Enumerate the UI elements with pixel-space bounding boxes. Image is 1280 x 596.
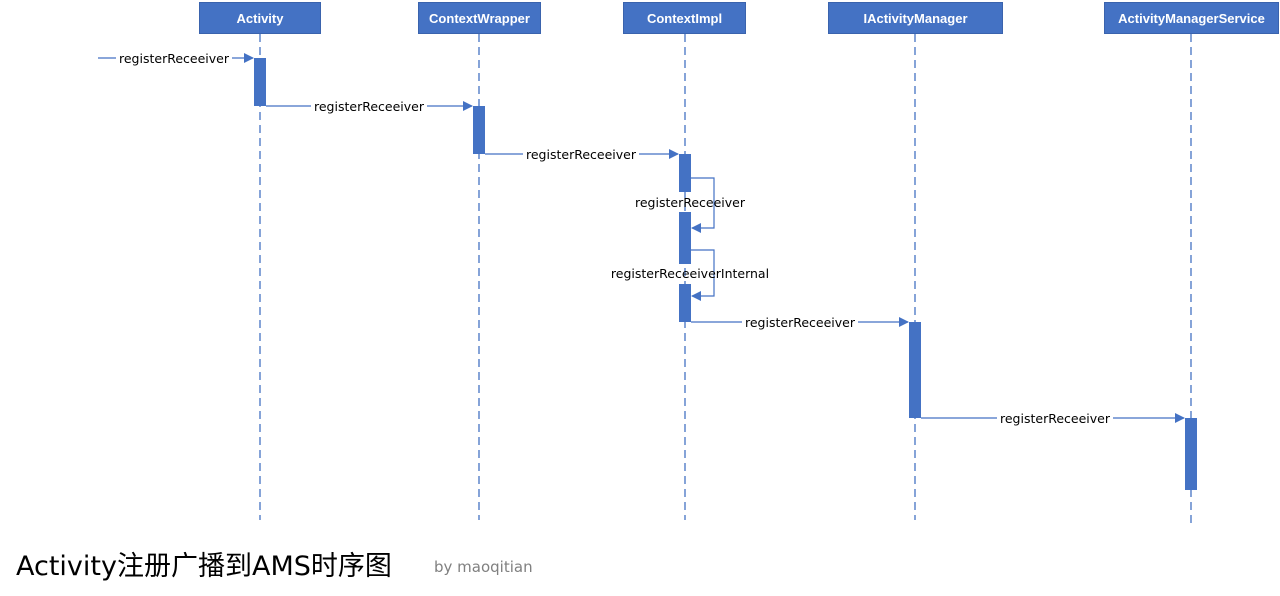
message-label-6: registerReceeiver	[745, 315, 856, 330]
activation-contextimpl-3	[679, 284, 691, 322]
activation-contextwrapper	[473, 106, 485, 154]
message-label-4: registerReceeiver	[635, 195, 746, 210]
diagram-title: Activity注册广播到AMS时序图	[16, 551, 392, 582]
activation-iactivitymanager	[909, 322, 921, 418]
author-byline: by maoqitian	[434, 558, 533, 576]
activation-contextimpl-2	[679, 212, 691, 264]
activation-ams	[1185, 418, 1197, 490]
message-label-1: registerReceeiver	[119, 51, 230, 66]
message-label-2: registerReceeiver	[314, 99, 425, 114]
message-label-7: registerReceeiver	[1000, 411, 1111, 426]
sequence-diagram: registerReceeiver registerReceeiver regi…	[98, 34, 1197, 524]
activation-contextimpl-1	[679, 154, 691, 192]
message-label-3: registerReceeiver	[526, 147, 637, 162]
activation-activity	[254, 58, 266, 106]
message-label-5: registerReceeiverInternal	[611, 266, 769, 281]
